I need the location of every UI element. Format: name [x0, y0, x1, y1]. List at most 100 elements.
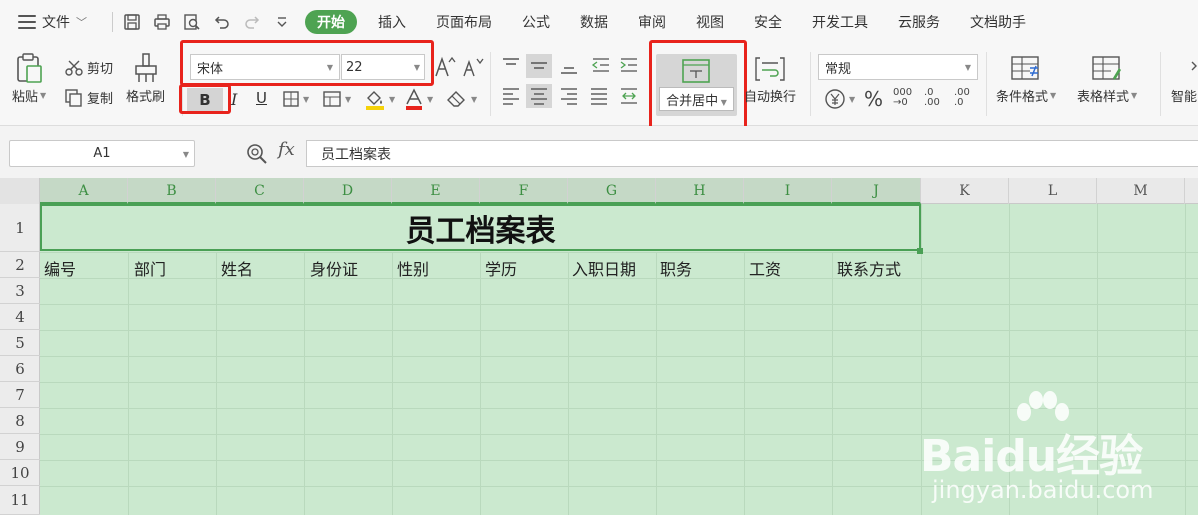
- fill-color-button[interactable]: ▼: [364, 88, 395, 110]
- row-header[interactable]: 6: [0, 356, 40, 382]
- increase-decimal-button[interactable]: .0.00: [924, 88, 940, 108]
- scissors-icon: [65, 60, 83, 76]
- align-center-button[interactable]: [526, 84, 552, 108]
- align-middle-icon: [531, 62, 547, 69]
- file-menu[interactable]: 文件 ﹀: [0, 0, 106, 44]
- thousands-button[interactable]: 000 →0: [893, 88, 912, 108]
- merged-title-cell[interactable]: 员工档案表: [40, 204, 921, 251]
- smart-toolbox-label: 智能: [1170, 90, 1197, 105]
- row-header[interactable]: 9: [0, 434, 40, 460]
- increase-font-button[interactable]: [434, 56, 456, 78]
- row-header[interactable]: 10: [0, 460, 40, 486]
- column-header[interactable]: D: [304, 178, 392, 204]
- cut-button[interactable]: 剪切: [64, 58, 113, 77]
- column-header[interactable]: G: [568, 178, 656, 204]
- column-header[interactable]: H: [656, 178, 744, 204]
- tab-doc-assistant[interactable]: 文档助手: [955, 0, 1041, 44]
- align-bottom-icon: [561, 67, 577, 74]
- decrease-indent-button[interactable]: [590, 56, 612, 76]
- justify-button[interactable]: [588, 86, 610, 106]
- print-icon[interactable]: [153, 13, 171, 31]
- tab-view[interactable]: 视图: [681, 0, 739, 44]
- italic-button[interactable]: I: [231, 90, 237, 109]
- spreadsheet-app: 文件 ﹀ 开始 插入 页面布局 公式 数据 审阅 视图 安全 开发工具 云服务 …: [0, 0, 1198, 515]
- table-style-button[interactable]: 表格样式 ▼: [1077, 54, 1137, 105]
- align-middle-button[interactable]: [526, 54, 552, 78]
- save-icon[interactable]: [123, 13, 141, 31]
- header-cell[interactable]: 身份证: [310, 256, 358, 280]
- borders-button[interactable]: ▼: [282, 90, 309, 108]
- align-top-button[interactable]: [500, 56, 522, 76]
- tab-developer[interactable]: 开发工具: [797, 0, 883, 44]
- name-box[interactable]: A1 ▼: [9, 140, 195, 167]
- undo-icon[interactable]: [213, 13, 231, 31]
- column-header[interactable]: C: [216, 178, 304, 204]
- header-cell[interactable]: 联系方式: [837, 256, 901, 280]
- header-cell[interactable]: 学历: [485, 256, 517, 280]
- underline-button[interactable]: U: [256, 89, 267, 107]
- decrease-font-button[interactable]: [462, 56, 484, 78]
- format-painter-button[interactable]: 格式刷: [126, 52, 165, 105]
- row-header[interactable]: 4: [0, 304, 40, 330]
- file-menu-label: 文件: [42, 15, 70, 31]
- row-header[interactable]: 7: [0, 382, 40, 408]
- redo-icon[interactable]: [243, 13, 261, 31]
- fill-handle[interactable]: [917, 248, 923, 254]
- header-cell[interactable]: 入职日期: [572, 256, 636, 280]
- row-header[interactable]: 11: [0, 486, 40, 515]
- column-header[interactable]: L: [1009, 178, 1097, 204]
- fx-icon[interactable]: fx: [278, 139, 295, 160]
- select-all-corner[interactable]: [0, 178, 40, 204]
- fill-pattern-button[interactable]: ▼: [322, 90, 351, 108]
- column-header[interactable]: I: [744, 178, 832, 204]
- align-left-button[interactable]: [500, 86, 522, 106]
- align-bottom-button[interactable]: [558, 56, 580, 76]
- tab-insert[interactable]: 插入: [363, 0, 421, 44]
- column-header[interactable]: K: [921, 178, 1009, 204]
- column-header[interactable]: F: [480, 178, 568, 204]
- row-header[interactable]: 1: [0, 204, 40, 252]
- tab-security[interactable]: 安全: [739, 0, 797, 44]
- smart-toolbox-button[interactable]: 智能: [1170, 54, 1198, 105]
- formula-input[interactable]: 员工档案表: [306, 140, 1198, 167]
- tab-cloud[interactable]: 云服务: [883, 0, 955, 44]
- print-preview-icon[interactable]: [183, 13, 201, 31]
- wrap-text-button[interactable]: 自动换行: [744, 54, 796, 105]
- tab-formulas[interactable]: 公式: [507, 0, 565, 44]
- font-color-button[interactable]: ▼: [404, 88, 433, 110]
- row-header[interactable]: 2: [0, 252, 40, 278]
- tab-home[interactable]: 开始: [305, 10, 357, 34]
- align-top-icon: [503, 58, 519, 65]
- number-format-select[interactable]: 常规 ▼: [818, 54, 978, 80]
- column-header[interactable]: B: [128, 178, 216, 204]
- header-cell[interactable]: 工资: [749, 256, 781, 280]
- align-right-button[interactable]: [558, 86, 580, 106]
- header-cell[interactable]: 编号: [44, 256, 76, 280]
- wrap-text-icon: [755, 57, 785, 81]
- header-cell[interactable]: 姓名: [221, 256, 253, 280]
- paste-button[interactable]: 粘贴 ▼: [12, 52, 46, 105]
- row-header[interactable]: 8: [0, 408, 40, 434]
- currency-button[interactable]: ▼: [824, 88, 855, 110]
- row-header[interactable]: 3: [0, 278, 40, 304]
- zoom-icon[interactable]: [246, 143, 268, 165]
- decrease-decimal-button[interactable]: .00.0: [954, 88, 970, 108]
- header-cell[interactable]: 性别: [397, 256, 429, 280]
- column-header[interactable]: E: [392, 178, 480, 204]
- clear-format-button[interactable]: ▼: [446, 90, 477, 108]
- distributed-align-button[interactable]: [618, 86, 640, 106]
- tab-data[interactable]: 数据: [565, 0, 623, 44]
- increase-indent-button[interactable]: [618, 56, 640, 76]
- customize-toolbar-icon[interactable]: [273, 13, 291, 31]
- header-cell[interactable]: 职务: [660, 256, 692, 280]
- column-header[interactable]: J: [832, 178, 921, 204]
- column-header[interactable]: A: [40, 178, 128, 204]
- column-header[interactable]: M: [1097, 178, 1185, 204]
- percent-button[interactable]: %: [864, 87, 883, 111]
- row-header[interactable]: 5: [0, 330, 40, 356]
- tab-review[interactable]: 审阅: [623, 0, 681, 44]
- header-cell[interactable]: 部门: [134, 256, 166, 280]
- conditional-format-button[interactable]: 条件格式 ▼: [996, 54, 1056, 105]
- tab-page-layout[interactable]: 页面布局: [421, 0, 507, 44]
- copy-button[interactable]: 复制: [64, 88, 113, 107]
